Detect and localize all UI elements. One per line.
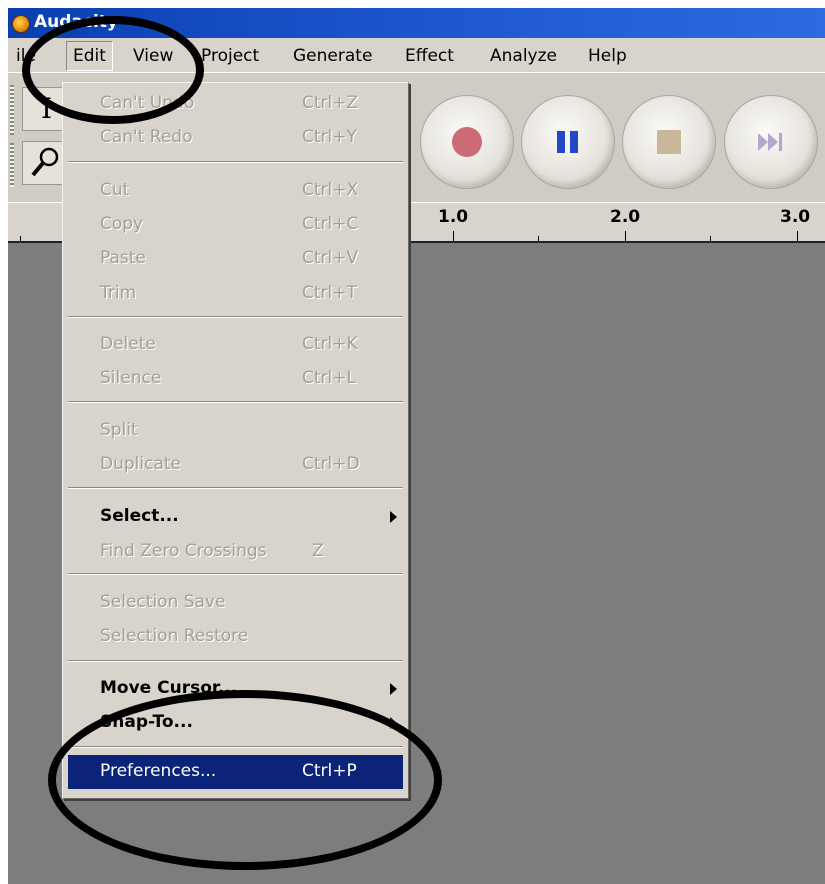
menu-item-split[interactable]: Split	[68, 414, 403, 448]
pause-button[interactable]	[521, 95, 615, 189]
edit-menu-dropdown: Can't Undo Ctrl+Z Can't Redo Ctrl+Y Cut …	[62, 82, 409, 799]
menu-item-label: Silence	[100, 368, 162, 388]
menu-item-preferences[interactable]: Preferences... Ctrl+P	[68, 755, 403, 789]
menu-item-copy[interactable]: Copy Ctrl+C	[68, 208, 403, 242]
menu-item-select[interactable]: Select...	[68, 500, 403, 534]
menu-item-label: Find Zero Crossings	[100, 541, 267, 561]
menu-item-move-cursor[interactable]: Move Cursor...	[68, 672, 403, 706]
menu-item-shortcut: Ctrl+Z	[302, 93, 359, 113]
menu-item-cut[interactable]: Cut Ctrl+X	[68, 174, 403, 208]
menu-bar: ile Edit View Project Generate Effect An…	[8, 38, 825, 72]
menu-view[interactable]: View	[133, 46, 173, 66]
menu-item-label: Split	[100, 420, 138, 440]
menu-item-shortcut: Ctrl+K	[302, 334, 358, 354]
menu-separator	[68, 401, 403, 403]
menu-item-duplicate[interactable]: Duplicate Ctrl+D	[68, 448, 403, 482]
menu-generate[interactable]: Generate	[293, 46, 372, 66]
ruler-label: 3.0	[780, 207, 811, 227]
submenu-arrow-icon	[390, 717, 397, 729]
menu-item-redo[interactable]: Can't Redo Ctrl+Y	[68, 121, 403, 155]
ruler-tick	[625, 231, 626, 241]
ruler-label: 1.0	[438, 207, 469, 227]
menu-separator	[68, 161, 403, 163]
menu-item-shortcut: Ctrl+L	[302, 368, 356, 388]
menu-item-shortcut: Ctrl+P	[302, 761, 357, 781]
title-bar[interactable]: Audacity	[8, 8, 825, 38]
record-icon	[452, 127, 482, 157]
menu-item-label: Can't Redo	[100, 127, 193, 147]
skip-to-end-icon	[758, 133, 782, 151]
menu-item-shortcut: Ctrl+C	[302, 214, 359, 234]
menu-item-selection-save[interactable]: Selection Save	[68, 586, 403, 620]
ruler-tick	[20, 236, 21, 241]
menu-effect[interactable]: Effect	[405, 46, 454, 66]
menu-item-label: Trim	[100, 283, 137, 303]
ruler-tick	[538, 236, 539, 241]
stop-button[interactable]	[622, 95, 716, 189]
menu-separator	[68, 746, 403, 748]
menu-separator	[68, 573, 403, 575]
menu-item-label: Cut	[100, 180, 130, 200]
pause-icon	[557, 131, 579, 153]
menu-item-shortcut: Ctrl+X	[302, 180, 359, 200]
menu-item-snap-to[interactable]: Snap-To...	[68, 706, 403, 740]
menu-item-label: Move Cursor...	[100, 678, 238, 698]
menu-item-shortcut: Ctrl+V	[302, 248, 359, 268]
menu-item-label: Snap-To...	[100, 712, 193, 732]
menu-item-label: Selection Restore	[100, 626, 249, 646]
window-title: Audacity	[34, 12, 119, 32]
audacity-logo-icon	[12, 15, 30, 33]
menu-item-label: Preferences...	[100, 761, 217, 781]
menu-item-label: Selection Save	[100, 592, 226, 612]
menu-item-selection-restore[interactable]: Selection Restore	[68, 620, 403, 654]
menu-item-label: Duplicate	[100, 454, 181, 474]
ruler-tick	[797, 231, 798, 241]
menu-item-label: Select...	[100, 506, 179, 526]
menu-project[interactable]: Project	[201, 46, 259, 66]
menu-item-undo[interactable]: Can't Undo Ctrl+Z	[68, 87, 403, 121]
selection-tool-icon: I	[41, 92, 53, 125]
menu-item-label: Copy	[100, 214, 144, 234]
menu-item-label: Delete	[100, 334, 156, 354]
menu-item-find-zero-crossings[interactable]: Find Zero Crossings Z	[68, 535, 403, 569]
ruler-tick	[710, 236, 711, 241]
zoom-tool-icon	[31, 147, 59, 177]
menu-separator	[68, 660, 403, 662]
toolbar-grip[interactable]	[10, 85, 14, 135]
menu-file[interactable]: ile	[16, 46, 36, 66]
submenu-arrow-icon	[390, 683, 397, 695]
menu-item-shortcut: Z	[312, 541, 324, 561]
menu-item-delete[interactable]: Delete Ctrl+K	[68, 328, 403, 362]
menu-item-silence[interactable]: Silence Ctrl+L	[68, 362, 403, 396]
toolbar-grip[interactable]	[10, 143, 14, 187]
record-button[interactable]	[420, 95, 514, 189]
ruler-label: 2.0	[610, 207, 641, 227]
menu-edit[interactable]: Edit	[66, 41, 113, 71]
menu-item-label: Can't Undo	[100, 93, 195, 113]
menu-separator	[68, 316, 403, 318]
skip-to-end-button[interactable]	[724, 95, 818, 189]
menu-item-shortcut: Ctrl+D	[302, 454, 360, 474]
menu-analyze[interactable]: Analyze	[490, 46, 557, 66]
menu-item-shortcut: Ctrl+T	[302, 283, 357, 303]
menu-item-shortcut: Ctrl+Y	[302, 127, 357, 147]
ruler-tick	[453, 231, 454, 241]
stop-icon	[657, 130, 681, 154]
menu-item-paste[interactable]: Paste Ctrl+V	[68, 242, 403, 276]
menu-item-label: Paste	[100, 248, 146, 268]
submenu-arrow-icon	[390, 511, 397, 523]
menu-item-trim[interactable]: Trim Ctrl+T	[68, 277, 403, 311]
menu-separator	[68, 487, 403, 489]
menu-help[interactable]: Help	[588, 46, 627, 66]
audacity-window: Audacity ile Edit View Project Generate …	[8, 8, 825, 884]
